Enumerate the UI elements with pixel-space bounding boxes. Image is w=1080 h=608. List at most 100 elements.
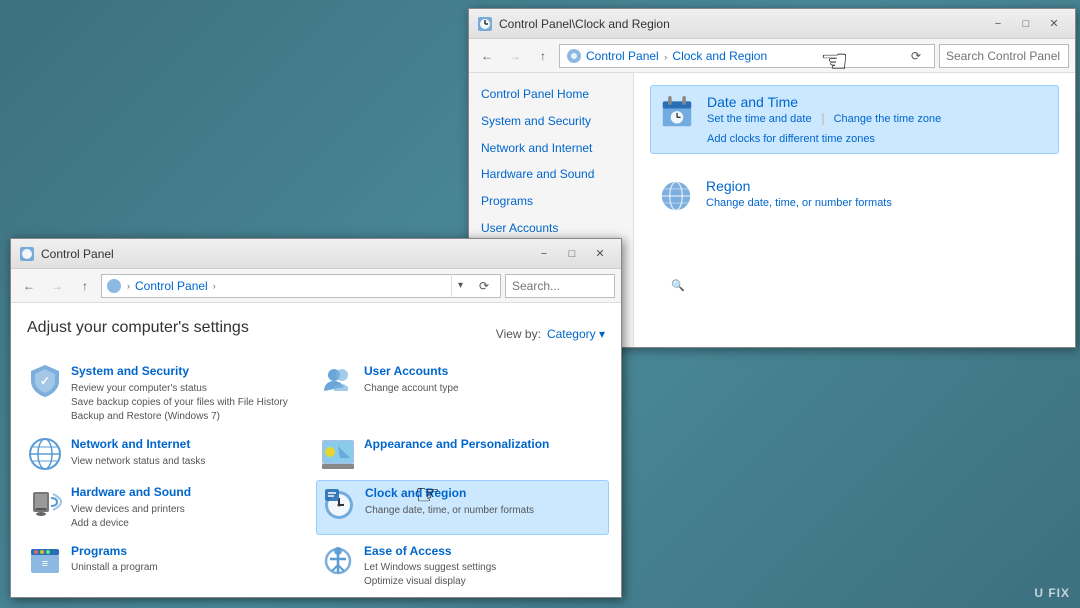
- link-separator-1: [822, 113, 824, 125]
- user-accounts-desc: Change account type: [364, 382, 459, 396]
- user-accounts-title[interactable]: User Accounts: [364, 363, 459, 380]
- add-clocks-link[interactable]: Add clocks for different time zones: [707, 133, 875, 145]
- user-accounts-item: User Accounts Change account type: [320, 363, 605, 424]
- front-window-title: Control Panel: [41, 247, 531, 261]
- sidebar-system-security[interactable]: System and Security: [469, 108, 633, 135]
- ease-access-desc: Let Windows suggest settings Optimize vi…: [364, 561, 496, 589]
- region-title[interactable]: Region: [706, 178, 892, 194]
- date-time-category: Date and Time Set the time and date Chan…: [650, 85, 1059, 154]
- appearance-icon: [320, 436, 356, 472]
- appearance-title[interactable]: Appearance and Personalization: [364, 436, 549, 453]
- network-internet-icon: [27, 436, 63, 472]
- front-toolbar: ← → ↑ › Control Panel › ▾ ⟳ 🔍: [11, 269, 621, 303]
- user-accounts-text: User Accounts Change account type: [364, 363, 459, 396]
- programs-item: ≡ Programs Uninstall a program: [27, 543, 312, 590]
- front-refresh-btn[interactable]: ⟳: [472, 274, 496, 298]
- region-icon: [658, 178, 694, 214]
- change-timezone-link[interactable]: Change the time zone: [834, 113, 942, 131]
- front-maximize-btn[interactable]: □: [559, 244, 585, 264]
- programs-icon: ≡: [27, 543, 63, 579]
- hardware-sound-text: Hardware and Sound View devices and prin…: [71, 484, 191, 531]
- change-formats-link[interactable]: Change date, time, or number formats: [706, 197, 892, 209]
- front-search-icon: 🔍: [671, 279, 685, 292]
- view-by-container: View by: Category ▾: [496, 327, 605, 341]
- front-nav-forward[interactable]: →: [45, 274, 69, 298]
- front-close-btn[interactable]: ✕: [587, 244, 613, 264]
- date-time-title[interactable]: Date and Time: [707, 94, 1050, 110]
- front-address-dropdown[interactable]: ▾: [451, 274, 469, 298]
- system-security-desc: Review your computer's status Save backu…: [71, 382, 288, 424]
- clock-region-text: Clock and Region Change date, time, or n…: [365, 485, 534, 518]
- region-text: Region Change date, time, or number form…: [706, 178, 892, 209]
- front-address-input[interactable]: [221, 279, 448, 293]
- back-search-input[interactable]: [946, 49, 1080, 63]
- ease-access-text: Ease of Access Let Windows suggest setti…: [364, 543, 496, 590]
- back-titlebar: Control Panel\Clock and Region − □ ✕: [469, 9, 1075, 39]
- front-breadcrumb-cp[interactable]: Control Panel: [135, 279, 208, 293]
- front-window-icon: [19, 246, 35, 262]
- clock-region-title[interactable]: Clock and Region: [365, 485, 534, 502]
- back-maximize-btn[interactable]: □: [1013, 14, 1039, 34]
- back-main-content: Date and Time Set the time and date Chan…: [634, 73, 1075, 347]
- clock-region-item: Clock and Region Change date, time, or n…: [316, 480, 609, 535]
- breadcrumb-control-panel[interactable]: Control Panel: [586, 49, 659, 63]
- front-minimize-btn[interactable]: −: [531, 244, 557, 264]
- back-nav-forward[interactable]: →: [503, 44, 527, 68]
- breadcrumb-clock-region[interactable]: Clock and Region: [672, 49, 767, 63]
- network-internet-title[interactable]: Network and Internet: [71, 436, 205, 453]
- date-time-text: Date and Time Set the time and date Chan…: [707, 94, 1050, 145]
- view-by-row: Adjust your computer's settings View by:…: [27, 319, 605, 349]
- back-minimize-btn[interactable]: −: [985, 14, 1011, 34]
- breadcrumb-text: Control Panel › Clock and Region: [586, 49, 767, 63]
- network-internet-text: Network and Internet View network status…: [71, 436, 205, 469]
- categories-grid: ✓ System and Security Review your comput…: [27, 363, 605, 589]
- system-security-title[interactable]: System and Security: [71, 363, 288, 380]
- clock-region-desc: Change date, time, or number formats: [365, 504, 534, 518]
- appearance-text: Appearance and Personalization: [364, 436, 549, 453]
- back-window-title: Control Panel\Clock and Region: [499, 17, 985, 31]
- date-time-links: Set the time and date Change the time zo…: [707, 113, 1050, 145]
- sidebar-programs[interactable]: Programs: [469, 188, 633, 215]
- back-window-icon: [477, 16, 493, 32]
- sidebar-hardware-sound[interactable]: Hardware and Sound: [469, 161, 633, 188]
- hardware-sound-item: Hardware and Sound View devices and prin…: [27, 484, 312, 531]
- svg-text:≡: ≡: [42, 558, 48, 570]
- hardware-sound-icon: [27, 484, 63, 520]
- front-page-heading: Adjust your computer's settings: [27, 319, 249, 337]
- control-panel-window: Control Panel − □ ✕ ← → ↑ › Control Pane…: [10, 238, 622, 598]
- view-by-value[interactable]: Category ▾: [547, 327, 605, 341]
- programs-title[interactable]: Programs: [71, 543, 158, 560]
- front-search-box[interactable]: 🔍: [505, 274, 615, 298]
- date-time-icon: [659, 94, 695, 130]
- back-search-box[interactable]: 🔍: [939, 44, 1069, 68]
- back-nav-up[interactable]: ↑: [531, 44, 555, 68]
- set-time-link[interactable]: Set the time and date: [707, 113, 812, 131]
- system-security-icon: ✓: [27, 363, 63, 399]
- network-internet-item: Network and Internet View network status…: [27, 436, 312, 472]
- front-address-icon: [106, 278, 122, 294]
- front-search-input[interactable]: [512, 279, 667, 293]
- ease-access-item: Ease of Access Let Windows suggest setti…: [320, 543, 605, 590]
- back-nav-back[interactable]: ←: [475, 44, 499, 68]
- back-address-bar[interactable]: Control Panel › Clock and Region ⟳: [559, 44, 935, 68]
- back-address-icon: [566, 48, 582, 64]
- ease-access-title[interactable]: Ease of Access: [364, 543, 496, 560]
- front-main-content: Adjust your computer's settings View by:…: [11, 303, 621, 597]
- hardware-sound-desc: View devices and printers Add a device: [71, 503, 191, 531]
- region-links: Change date, time, or number formats: [706, 197, 892, 209]
- sidebar-network-internet[interactable]: Network and Internet: [469, 135, 633, 162]
- front-window-controls: − □ ✕: [531, 244, 613, 264]
- svg-text:✓: ✓: [40, 374, 50, 388]
- back-window-controls: − □ ✕: [985, 14, 1067, 34]
- programs-desc: Uninstall a program: [71, 561, 158, 575]
- sidebar-control-panel-home[interactable]: Control Panel Home: [469, 81, 633, 108]
- front-nav-back[interactable]: ←: [17, 274, 41, 298]
- front-address-bar[interactable]: › Control Panel › ▾ ⟳: [101, 274, 501, 298]
- front-nav-up[interactable]: ↑: [73, 274, 97, 298]
- back-refresh-btn[interactable]: ⟳: [904, 44, 928, 68]
- back-close-btn[interactable]: ✕: [1041, 14, 1067, 34]
- appearance-item: Appearance and Personalization: [320, 436, 605, 472]
- hardware-sound-title[interactable]: Hardware and Sound: [71, 484, 191, 501]
- front-titlebar: Control Panel − □ ✕: [11, 239, 621, 269]
- watermark: U FIX: [1034, 586, 1070, 600]
